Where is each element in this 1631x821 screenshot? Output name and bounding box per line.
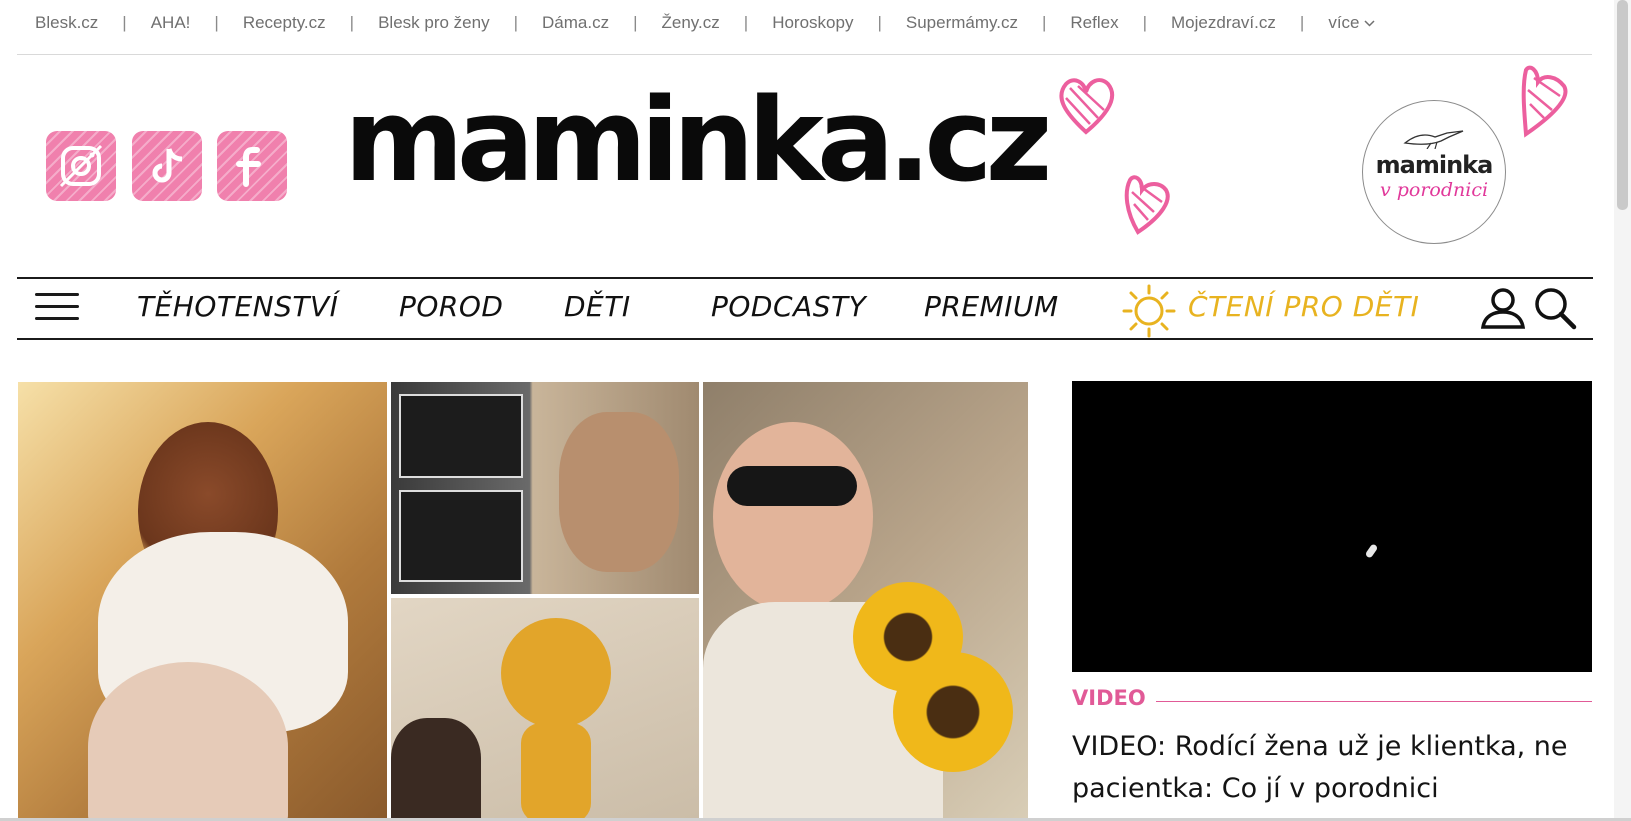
nav-item-cteni-pro-deti[interactable]: ČTENÍ PRO DĚTI [1188, 290, 1419, 323]
scrollbar-thumb[interactable] [1617, 0, 1628, 210]
photo-crochet-toy[interactable] [391, 598, 699, 818]
separator: | [349, 13, 355, 32]
photo-pregnant-woman[interactable] [18, 382, 387, 818]
separator: | [122, 13, 127, 32]
separator: | [214, 13, 219, 32]
network-nav: Blesk.cz | AHA! | Recepty.cz | Blesk pro… [17, 0, 1592, 55]
photo-ultrasound-couple[interactable] [391, 382, 699, 594]
badge-title: maminka [1375, 151, 1494, 179]
video-article-title[interactable]: VIDEO: Rodící žena už je klientka, ne pa… [1072, 726, 1592, 810]
network-link-dama[interactable]: Dáma.cz [542, 13, 609, 33]
maminka-v-porodnici-badge[interactable]: maminka v porodnici [1362, 100, 1506, 244]
stork-icon [1403, 130, 1464, 149]
network-link-aha[interactable]: AHA! [151, 13, 191, 33]
facebook-button[interactable] [217, 131, 287, 201]
video-section-label: VIDEO [1072, 686, 1146, 710]
network-link-reflex[interactable]: Reflex [1070, 13, 1118, 33]
separator: | [877, 13, 882, 32]
instagram-button[interactable] [46, 131, 116, 201]
heart-doodle-icon [1059, 78, 1115, 135]
site-logo[interactable]: maminka.cz [344, 84, 1052, 199]
nav-item-porod[interactable]: POROD [399, 290, 503, 323]
hatch-texture [217, 131, 287, 201]
chevron-down-icon [1363, 19, 1375, 27]
nav-item-podcasty[interactable]: PODCASTY [711, 290, 866, 323]
divider [1156, 701, 1592, 702]
more-dropdown[interactable]: více [1328, 13, 1375, 33]
separator: | [1142, 13, 1148, 32]
video-player[interactable] [1072, 381, 1592, 672]
tiktok-button[interactable] [132, 131, 202, 201]
photo-woman-sunflowers[interactable] [703, 382, 1028, 818]
network-link-zeny[interactable]: Ženy.cz [662, 13, 720, 33]
separator: | [513, 13, 518, 32]
nav-item-tehotenstvi[interactable]: TĚHOTENSTVÍ [137, 290, 338, 323]
main-nav: TĚHOTENSTVÍ POROD DĚTI PODCASTY PREMIUM … [17, 277, 1593, 340]
nav-item-deti[interactable]: DĚTI [564, 290, 631, 323]
menu-hamburger-icon[interactable] [35, 293, 79, 325]
network-link-blesk-pro-zeny[interactable]: Blesk pro ženy [378, 13, 490, 33]
heart-doodle-icon [1124, 175, 1170, 235]
separator: | [743, 13, 749, 32]
network-link-horoskopy[interactable]: Horoskopy [772, 13, 853, 33]
separator: | [633, 13, 638, 32]
page-scrollbar[interactable] [1614, 0, 1631, 821]
more-label: více [1328, 13, 1360, 32]
search-icon[interactable] [1532, 285, 1578, 331]
nav-item-premium[interactable]: PREMIUM [924, 290, 1059, 323]
network-link-mojezdravi[interactable]: Mojezdraví.cz [1171, 13, 1276, 33]
network-link-supermamy[interactable]: Supermámy.cz [906, 13, 1018, 33]
mouse-cursor [1364, 543, 1379, 559]
hatch-texture [132, 131, 202, 201]
separator: | [1299, 13, 1305, 32]
network-links: Blesk.cz | AHA! | Recepty.cz | Blesk pro… [35, 13, 1375, 33]
badge-subtitle: v porodnici [1379, 179, 1489, 201]
sun-icon [1122, 284, 1176, 338]
separator: | [1041, 13, 1047, 32]
heart-doodle-icon [1521, 65, 1568, 138]
network-link-recepty[interactable]: Recepty.cz [243, 13, 326, 33]
hatch-texture [46, 131, 116, 201]
user-icon[interactable] [1479, 285, 1527, 331]
network-link-blesk[interactable]: Blesk.cz [35, 13, 98, 33]
